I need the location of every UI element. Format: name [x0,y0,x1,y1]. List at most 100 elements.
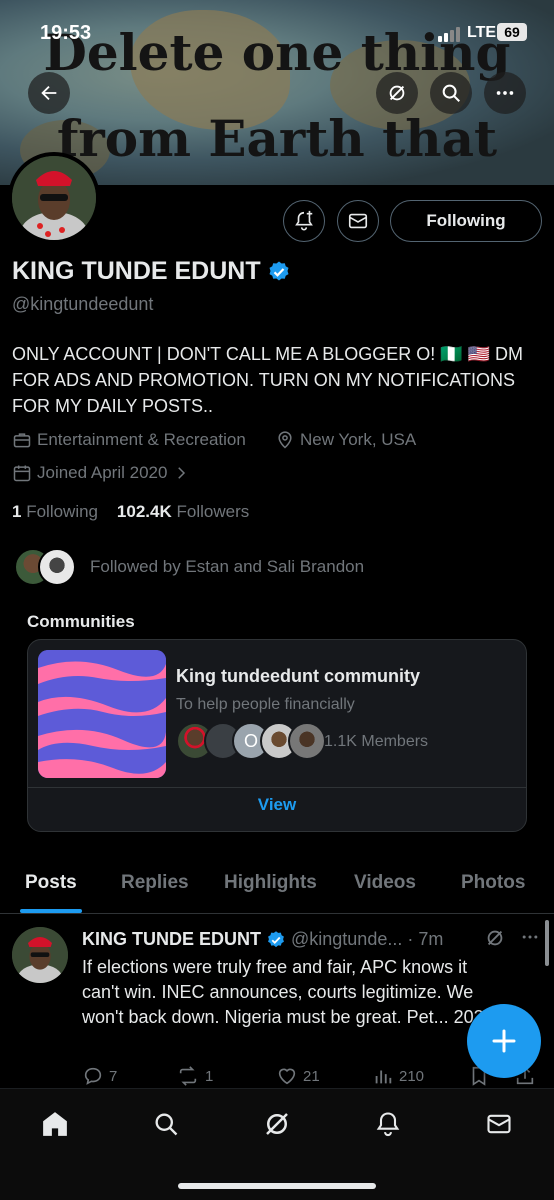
status-time: 19:53 [40,22,92,44]
battery-icon: 69 [497,23,527,41]
followers-count: 102.4K [116,502,172,521]
following-label: Following [26,502,99,521]
like-count: 21 [303,1067,320,1085]
reply-icon [84,1067,102,1085]
mail-icon [487,1114,511,1134]
avatar-image [12,927,68,983]
mail-icon [348,213,368,229]
tab-replies[interactable]: Replies [121,872,189,894]
post-grok-button[interactable] [484,927,506,954]
status-bar: 19:53 LTE 69 [0,0,554,60]
reply-button[interactable]: 7 [82,1065,117,1087]
grok-icon [266,1113,288,1135]
search-icon [155,1113,178,1136]
post-item[interactable]: KING TUNDE EDUNT @kingtunde... · 7m If e… [0,915,554,1095]
follow-counts: 1 Following 102.4K Followers [12,502,249,522]
post-actions: 7 1 21 210 [82,1065,542,1089]
profile-name-row: KING TUNDE EDUNT [12,257,291,286]
active-tab-indicator [20,909,82,913]
post-text: If elections were truly free and fair, A… [82,957,499,1027]
nav-home[interactable] [38,1107,72,1141]
tab-videos[interactable]: Videos [354,872,416,894]
divider [28,787,526,788]
profile-avatar[interactable] [8,152,100,244]
community-card[interactable]: King tundeedunt community To help people… [27,639,527,832]
signal-icon [438,27,460,42]
back-arrow-icon [41,85,57,101]
following-link[interactable]: 1 Following [12,502,98,521]
briefcase-icon [13,433,31,448]
profile-joined[interactable]: Joined April 2020 [12,463,190,483]
more-icon [522,935,538,939]
plus-icon [492,1029,516,1053]
views-button[interactable]: 210 [372,1065,424,1087]
post-more-button[interactable] [520,927,540,952]
nav-notifications[interactable] [371,1107,405,1141]
post-avatar[interactable] [12,927,68,983]
network-label: LTE [467,24,497,41]
calendar-icon [13,465,31,482]
followers-label: Followers [176,502,250,521]
location-text: New York, USA [300,430,417,449]
profile-handle: @kingtundeedunt [12,294,154,314]
compose-button[interactable] [467,1004,541,1078]
like-icon [278,1068,296,1085]
verified-icon[interactable] [267,260,291,284]
tab-posts[interactable]: Posts [25,872,77,894]
member-avatar [288,722,326,760]
post-author-name[interactable]: KING TUNDE EDUNT [82,929,261,950]
home-indicator[interactable] [178,1183,376,1189]
chevron-right-icon [178,467,186,479]
repost-button[interactable]: 1 [176,1065,213,1087]
message-button[interactable] [337,200,379,242]
nav-grok[interactable] [260,1107,294,1141]
community-members: 1.1K Members [324,733,429,750]
profile-category: Entertainment & Recreation [12,430,246,450]
following-count: 1 [12,502,22,521]
reply-count: 7 [109,1067,118,1085]
communities-heading: Communities [27,612,135,631]
followers-link[interactable]: 102.4K Followers [117,502,249,521]
post-time: · 7m [407,929,444,949]
profile-bio: ONLY ACCOUNT | DON'T CALL ME A BLOGGER O… [12,344,524,416]
nav-search[interactable] [149,1107,183,1141]
search-button[interactable] [430,72,472,114]
profile-name: KING TUNDE EDUNT [12,257,261,285]
followed-by[interactable]: Followed by Estan and Sali Brandon [14,548,364,586]
grok-icon [389,85,405,101]
views-icon [375,1070,392,1084]
more-icon [496,91,514,95]
home-icon [43,1112,67,1136]
community-member-avatars: O [176,722,326,760]
grok-button[interactable] [376,72,418,114]
tab-highlights[interactable]: Highlights [224,872,317,894]
nav-messages[interactable] [482,1107,516,1141]
like-button[interactable]: 21 [276,1065,320,1087]
tab-photos[interactable]: Photos [461,872,525,894]
community-name: King tundeedunt community [176,666,420,686]
following-button[interactable]: Following [390,200,542,242]
joined-text: Joined April 2020 [37,463,168,482]
followed-by-text: Followed by Estan and Sali Brandon [90,557,365,576]
search-icon [442,84,460,102]
grok-icon [487,930,503,946]
views-count: 210 [399,1067,425,1085]
location-icon [278,431,292,449]
profile-tabs: Posts Replies Highlights Videos Photos [0,866,554,914]
community-image [38,650,166,778]
verified-icon [268,930,284,947]
scrollbar[interactable] [545,920,549,966]
post-author-handle: @kingtunde... [291,929,403,949]
bell-icon [376,1112,400,1137]
banner-text-line2: from Earth that [56,109,498,168]
back-button[interactable] [28,72,70,114]
repost-count: 1 [205,1067,214,1085]
more-button[interactable] [484,72,526,114]
post-header: KING TUNDE EDUNT @kingtunde... · 7m [82,929,443,950]
community-view-button[interactable]: View [28,795,526,815]
bell-plus-icon [295,210,313,231]
repost-icon [179,1066,197,1086]
community-description: To help people financially [176,696,355,713]
category-text: Entertainment & Recreation [37,430,246,449]
notifications-button[interactable] [283,200,325,242]
